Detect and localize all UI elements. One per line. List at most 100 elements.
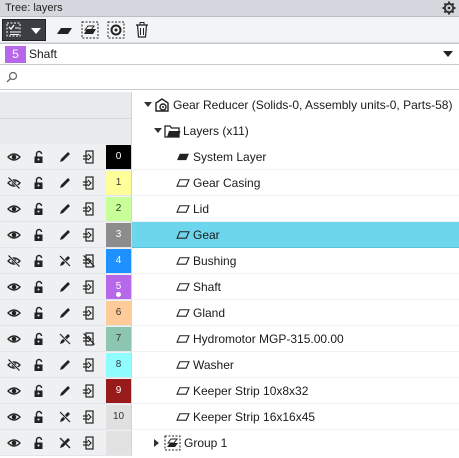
unlock-icon[interactable]: [33, 280, 47, 294]
layer-row[interactable]: 6 Gland: [0, 300, 459, 326]
current-layer-select[interactable]: 5 Shaft: [0, 43, 459, 65]
unlock-icon[interactable]: [33, 332, 47, 346]
layer-icon[interactable]: [54, 20, 74, 40]
eye-hidden-icon[interactable]: [7, 358, 21, 372]
eye-icon[interactable]: [7, 228, 21, 242]
layer-color-swatch[interactable]: 7: [106, 327, 131, 351]
layer-row[interactable]: 1 Gear Casing: [0, 170, 459, 196]
layer-color-swatch[interactable]: 0: [106, 145, 131, 169]
eye-icon[interactable]: [7, 280, 21, 294]
chevron-down-icon[interactable]: [443, 51, 453, 57]
pencil-icon[interactable]: [58, 150, 72, 164]
pencil-disabled-icon[interactable]: [58, 410, 72, 424]
layer-color-swatch[interactable]: 1: [106, 171, 131, 195]
group-row[interactable]: Group 1: [0, 430, 459, 456]
trash-icon[interactable]: [132, 20, 152, 40]
print-icon[interactable]: [82, 150, 96, 164]
layer-number: 0: [115, 151, 122, 162]
layer-color-swatch[interactable]: 9: [106, 379, 131, 403]
layer-node[interactable]: Keeper Strip 10x8x32: [132, 378, 459, 404]
layer-node[interactable]: Bushing: [132, 248, 459, 274]
pencil-icon[interactable]: [58, 384, 72, 398]
unlock-icon[interactable]: [33, 176, 47, 190]
layer-color-swatch[interactable]: [106, 431, 131, 455]
layer-row[interactable]: 10 Keeper Strip 16x16x45: [0, 404, 459, 430]
expand-icon[interactable]: [144, 102, 152, 107]
layer-node[interactable]: System Layer: [132, 144, 459, 170]
unlock-icon[interactable]: [33, 202, 47, 216]
layer-node[interactable]: Washer: [132, 352, 459, 378]
print-icon[interactable]: [82, 306, 96, 320]
eye-icon[interactable]: [7, 150, 21, 164]
print-icon[interactable]: [82, 358, 96, 372]
eye-hidden-icon[interactable]: [7, 254, 21, 268]
layer-node[interactable]: Gear Casing: [132, 170, 459, 196]
layer-color-swatch[interactable]: 4: [106, 249, 131, 273]
unlock-icon[interactable]: [33, 150, 47, 164]
layer-row[interactable]: 7 Hydromotor MGP-315.00.00: [0, 326, 459, 352]
print-disabled-icon[interactable]: [82, 332, 96, 346]
layer-row[interactable]: 5 Shaft: [0, 274, 459, 300]
pencil-disabled-icon[interactable]: [58, 332, 72, 346]
layer-row[interactable]: 4 Bushing: [0, 248, 459, 274]
pencil-icon[interactable]: [58, 228, 72, 242]
eye-icon[interactable]: [7, 332, 21, 346]
pencil-disabled-icon[interactable]: [58, 436, 72, 450]
layer-row[interactable]: 2 Lid: [0, 196, 459, 222]
layer-node[interactable]: Keeper Strip 16x16x45: [132, 404, 459, 430]
eye-icon[interactable]: [7, 410, 21, 424]
print-icon[interactable]: [82, 436, 96, 450]
layer-row[interactable]: 8 Washer: [0, 352, 459, 378]
unlock-icon[interactable]: [33, 384, 47, 398]
layer-row[interactable]: 9 Keeper Strip 10x8x32: [0, 378, 459, 404]
panel-title: Tree: layers: [5, 2, 63, 14]
unlock-icon[interactable]: [33, 228, 47, 242]
layers-group-row[interactable]: Layers (x11): [0, 118, 459, 144]
search-bar: [0, 66, 459, 90]
eye-hidden-icon[interactable]: [7, 176, 21, 190]
unlock-icon[interactable]: [33, 306, 47, 320]
layer-row[interactable]: 0 System Layer: [0, 144, 459, 170]
unlock-icon[interactable]: [33, 358, 47, 372]
layer-node[interactable]: Lid: [132, 196, 459, 222]
layer-node[interactable]: Gear: [132, 222, 459, 248]
layer-color-swatch[interactable]: 2: [106, 197, 131, 221]
eye-icon[interactable]: [7, 384, 21, 398]
print-icon[interactable]: [82, 228, 96, 242]
eye-icon[interactable]: [7, 306, 21, 320]
gear-icon[interactable]: [442, 1, 456, 15]
collapse-icon[interactable]: [154, 439, 159, 447]
unlock-icon[interactable]: [33, 410, 47, 424]
expand-icon[interactable]: [154, 128, 162, 133]
eye-icon[interactable]: [7, 436, 21, 450]
print-disabled-icon[interactable]: [82, 254, 96, 268]
pencil-icon[interactable]: [58, 306, 72, 320]
layer-node[interactable]: Hydromotor MGP-315.00.00: [132, 326, 459, 352]
pencil-disabled-icon[interactable]: [58, 254, 72, 268]
layer-row[interactable]: 3 Gear: [0, 222, 459, 248]
layer-color-swatch[interactable]: 5: [106, 275, 131, 299]
layer-color-swatch[interactable]: 3: [106, 223, 131, 247]
pencil-icon[interactable]: [58, 358, 72, 372]
layer-filter-button[interactable]: [2, 19, 46, 41]
unlock-icon[interactable]: [33, 436, 47, 450]
layer-color-swatch[interactable]: 8: [106, 353, 131, 377]
layer-node[interactable]: Gland: [132, 300, 459, 326]
pencil-icon[interactable]: [58, 176, 72, 190]
print-icon[interactable]: [82, 280, 96, 294]
print-icon[interactable]: [82, 202, 96, 216]
print-icon[interactable]: [82, 384, 96, 398]
pencil-icon[interactable]: [58, 202, 72, 216]
layer-node[interactable]: Shaft: [132, 274, 459, 300]
print-icon[interactable]: [82, 410, 96, 424]
search-input[interactable]: [24, 69, 444, 86]
layer-color-swatch[interactable]: 10: [106, 405, 131, 429]
layer-settings-icon[interactable]: [106, 20, 126, 40]
tree-root-row[interactable]: Gear Reducer (Solids-0, Assembly units-0…: [0, 92, 459, 118]
layer-dashed-icon[interactable]: [80, 20, 100, 40]
layer-color-swatch[interactable]: 6: [106, 301, 131, 325]
unlock-icon[interactable]: [33, 254, 47, 268]
eye-icon[interactable]: [7, 202, 21, 216]
pencil-icon[interactable]: [58, 280, 72, 294]
print-icon[interactable]: [82, 176, 96, 190]
